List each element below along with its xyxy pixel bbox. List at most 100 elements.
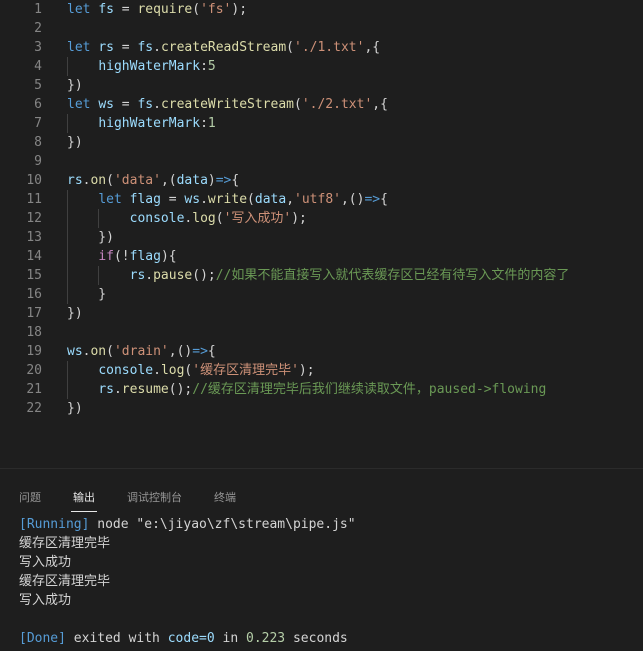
code-token: rs [129, 268, 146, 283]
code-token: ws [67, 344, 83, 359]
code-token: ){ [160, 249, 177, 264]
code-token: ( [247, 192, 255, 207]
code-line[interactable]: 9 [0, 152, 643, 171]
code-token: { [380, 192, 388, 207]
line-number: 14 [26, 249, 42, 264]
code-token: pause [153, 268, 193, 283]
code-line[interactable]: 14 if(!flag){ [0, 247, 643, 266]
code-token: }) [67, 230, 114, 245]
line-number: 17 [26, 306, 42, 321]
code-token: ,() [340, 192, 365, 207]
code-token: createReadStream [160, 40, 287, 55]
code-token: (); [168, 382, 193, 397]
tab-debug-console[interactable]: 调试控制台 [127, 489, 182, 505]
code-token: let [67, 97, 91, 112]
code-line[interactable]: 11 let flag = ws.write(data,'utf8',()=>{ [0, 190, 643, 209]
code-text: rs.pause();//如果不能直接写入就代表缓存区已经有待写入文件的内容了 [67, 266, 570, 285]
code-token: ws [98, 97, 114, 112]
code-line[interactable]: 15 rs.pause();//如果不能直接写入就代表缓存区已经有待写入文件的内… [0, 266, 643, 285]
code-token: './2.txt' [301, 97, 373, 112]
code-token: rs [67, 173, 83, 188]
code-text: rs.on('data',(data)=>{ [67, 171, 239, 190]
line-number: 20 [26, 363, 42, 378]
output-line: 缓存区清理完毕 [19, 536, 111, 551]
code-token: . [145, 268, 154, 283]
code-token: => [364, 192, 381, 207]
output-line: 写入成功 [19, 593, 72, 608]
code-token: { [207, 344, 216, 359]
code-text: }) [67, 133, 83, 152]
code-line[interactable]: 16 } [0, 285, 643, 304]
code-text: let fs = require('fs'); [67, 0, 247, 19]
code-token: . [200, 192, 208, 207]
code-line[interactable]: 13 }) [0, 228, 643, 247]
code-line[interactable]: 4 highWaterMark:5 [0, 57, 643, 76]
code-token: => [192, 344, 208, 359]
line-number: 8 [34, 135, 42, 150]
code-text: let rs = fs.createReadStream('./1.txt',{ [67, 38, 380, 57]
code-token: ,{ [364, 40, 381, 55]
code-text: rs.resume();//缓存区清理完毕后我们继续读取文件，paused->f… [67, 380, 546, 399]
code-token: if [98, 249, 114, 264]
code-line[interactable]: 8}) [0, 133, 643, 152]
code-token: let [67, 2, 91, 17]
line-number: 19 [26, 344, 42, 359]
code-token: ws [184, 192, 201, 207]
code-line[interactable]: 20 console.log('缓存区清理完毕'); [0, 361, 643, 380]
code-line[interactable]: 22}) [0, 399, 643, 418]
code-line[interactable]: 6 let ws = fs.createWriteStream('./2.txt'… [0, 95, 643, 114]
code-line[interactable]: 21 rs.resume();//缓存区清理完毕后我们继续读取文件，paused… [0, 380, 643, 399]
code-text: let ws = fs.createWriteStream('./2.txt',… [67, 95, 388, 114]
code-token: fs [137, 97, 154, 112]
run-command: node "e:\jiyao\zf\stream\pipe.js" [89, 517, 356, 532]
code-line[interactable]: 12 console.log('写入成功'); [0, 209, 643, 228]
tab-output[interactable]: 输出 [71, 489, 97, 512]
code-token: data [176, 173, 208, 188]
code-line[interactable]: 1 let fs = require('fs'); [0, 0, 643, 19]
code-token: ,{ [372, 97, 388, 112]
code-token: }) [67, 306, 83, 321]
code-token: 'drain' [113, 344, 169, 359]
code-token: ); [231, 2, 248, 17]
output-running-line: [Running] node "e:\jiyao\zf\stream\pipe.… [19, 515, 356, 534]
code-editor[interactable]: 1 let fs = require('fs'); 2 3 let rs = fs.cr… [0, 0, 643, 468]
code-line[interactable]: 19 ws.on('drain',()=>{ [0, 342, 643, 361]
code-token: require [137, 2, 193, 17]
line-number: 2 [34, 21, 42, 36]
code-line[interactable]: 10 rs.on('data',(data)=>{ [0, 171, 643, 190]
line-number: 3 [34, 40, 42, 55]
code-token: }) [67, 78, 83, 93]
code-token: => [215, 173, 232, 188]
code-line[interactable]: 17}) [0, 304, 643, 323]
code-token: data [254, 192, 287, 207]
code-token: let [67, 40, 91, 55]
code-line[interactable]: 7 highWaterMark:1 [0, 114, 643, 133]
code-line[interactable]: 18 [0, 323, 643, 342]
line-number: 15 [26, 268, 42, 283]
code-token: log [192, 211, 216, 226]
code-line[interactable]: 2 [0, 19, 643, 38]
code-text: }) [67, 76, 83, 95]
code-token: , [286, 192, 295, 207]
code-token: fs [137, 40, 154, 55]
code-token: . [153, 97, 161, 112]
code-line[interactable]: 5}) [0, 76, 643, 95]
code-token: } [67, 287, 107, 302]
code-token: ( [286, 40, 294, 55]
code-token: (! [113, 249, 130, 264]
code-token: = [113, 2, 138, 17]
code-token: rs [98, 382, 114, 397]
code-token: flag [129, 249, 161, 264]
code-token: }) [67, 401, 83, 416]
tab-terminal[interactable]: 终端 [214, 489, 236, 505]
code-token: console [129, 211, 185, 226]
code-token: './1.txt' [294, 40, 365, 55]
code-token: 'utf8' [294, 192, 341, 207]
code-line[interactable]: 3 let rs = fs.createReadStream('./1.txt',… [0, 38, 643, 57]
code-token: ,( [160, 173, 177, 188]
exit-code: code=0 [167, 631, 215, 646]
tab-problems[interactable]: 问题 [19, 489, 41, 505]
code-token: ); [298, 363, 315, 378]
